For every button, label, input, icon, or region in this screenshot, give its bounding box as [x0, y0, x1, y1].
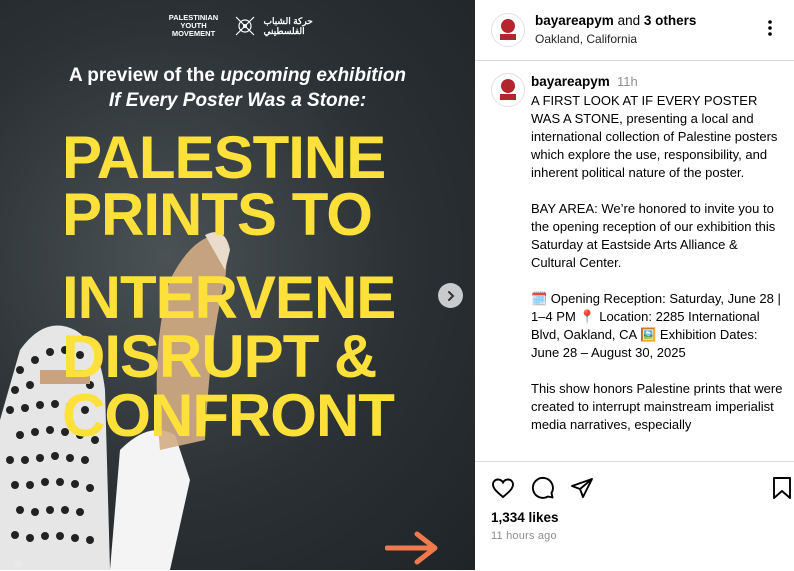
pym-avatar-icon	[500, 79, 516, 100]
caption-paragraph: 🗓️ Opening Reception: Saturday, June 28 …	[531, 291, 781, 360]
caption-paragraph: A FIRST LOOK AT IF EVERY POSTER WAS A ST…	[531, 93, 778, 180]
pym-emblem-icon	[235, 16, 254, 36]
subtitle-line-2: If Every Poster Was a Stone:	[108, 90, 367, 111]
post-subtitle: A preview of the upcoming exhibition If …	[0, 63, 475, 113]
caption-text: A FIRST LOOK AT IF EVERY POSTER WAS A ST…	[531, 92, 786, 452]
next-slide-button[interactable]	[438, 283, 463, 308]
post-timestamp[interactable]: 11 hours ago	[491, 530, 557, 542]
pym-logo: PALESTINIAN YOUTH MOVEMENT حركة الشباب ا…	[0, 14, 475, 38]
headline-line-5: CONFRONT	[62, 382, 395, 449]
bookmark-icon[interactable]	[770, 476, 794, 500]
share-icon[interactable]	[570, 476, 594, 500]
header-username[interactable]: bayareapym	[535, 13, 614, 28]
post-sidebar: bayareapym and 3 others Oakland, Califor…	[475, 0, 794, 571]
logo-text-arabic: حركة الشباب الفلسطيني	[263, 16, 313, 36]
headline-line-3: INTERVENE	[62, 264, 396, 331]
post-header: bayareapym and 3 others Oakland, Califor…	[475, 0, 794, 61]
pym-avatar-icon	[500, 19, 516, 40]
likes-count[interactable]: 1,334 likes	[491, 510, 559, 525]
caption-avatar[interactable]	[491, 73, 525, 107]
subtitle-part-b: upcoming exhibition	[220, 65, 407, 86]
heart-icon[interactable]	[491, 476, 515, 500]
headline-line-1: PALESTINE	[62, 124, 386, 191]
caption-area: bayareapym 11h A FIRST LOOK AT IF EVERY …	[475, 61, 794, 461]
carousel-dot	[14, 560, 22, 568]
caption-paragraph: This show honors Palestine prints that w…	[531, 381, 783, 432]
avatar[interactable]	[491, 13, 525, 47]
chevron-right-icon	[447, 290, 454, 301]
caption-time: 11h	[617, 74, 638, 89]
post-media[interactable]: PALESTINIAN YOUTH MOVEMENT حركة الشباب ا…	[0, 0, 475, 570]
comment-icon[interactable]	[531, 476, 555, 500]
headline-line-2: PRINTS TO	[62, 181, 373, 248]
action-bar: 1,334 likes 11 hours ago	[475, 461, 794, 571]
subtitle-part-a: A preview of the	[68, 65, 221, 86]
orange-arrow-icon	[385, 531, 438, 565]
more-options-icon[interactable]	[760, 18, 780, 38]
caption-paragraph: BAY AREA: We’re honored to invite you to…	[531, 201, 776, 270]
header-usernames[interactable]: bayareapym and 3 others	[535, 13, 696, 28]
location-link[interactable]: Oakland, California	[535, 32, 637, 46]
header-others[interactable]: 3 others	[644, 13, 697, 28]
headline-line-4: DISRUPT &	[62, 323, 377, 390]
logo-text-english: PALESTINIAN YOUTH MOVEMENT	[168, 13, 219, 38]
header-and: and	[613, 13, 644, 28]
caption-username[interactable]: bayareapym	[531, 74, 610, 89]
